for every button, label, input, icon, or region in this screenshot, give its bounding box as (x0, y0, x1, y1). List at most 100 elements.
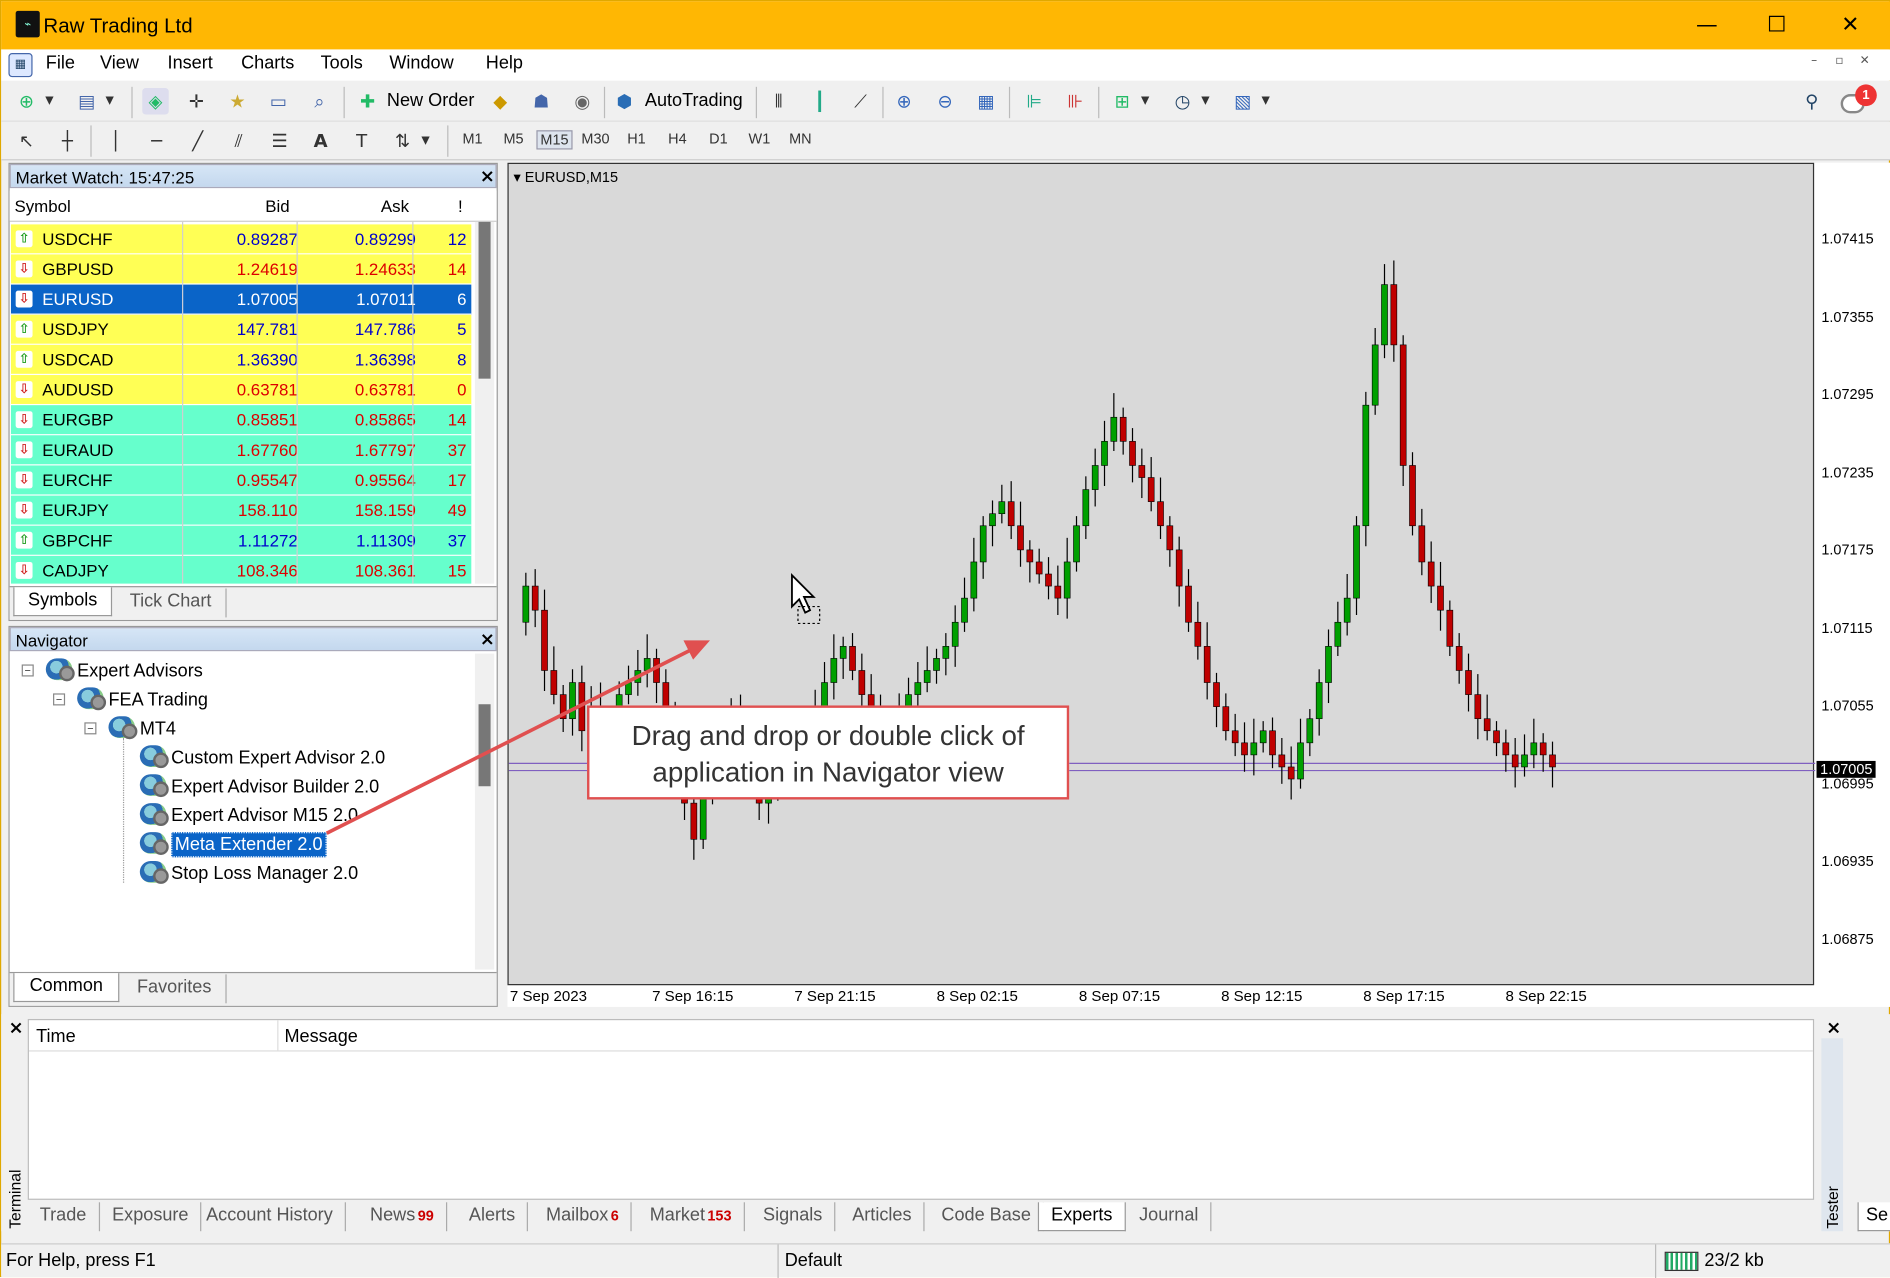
mdi-minimize-icon[interactable]: – (1806, 54, 1823, 67)
periods-dropdown-icon[interactable]: ▼ (1198, 88, 1212, 115)
tree-item-expert-advisor-builder[interactable]: Expert Advisor Builder 2.0 (139, 774, 379, 798)
terminal-tab-code-base[interactable]: Code Base (929, 1202, 1045, 1232)
timeframe-w1[interactable]: W1 (741, 130, 777, 147)
column-spread[interactable]: ! (458, 197, 463, 216)
menu-charts[interactable]: Charts (241, 53, 294, 74)
profiles-icon[interactable]: ▤ (74, 88, 101, 115)
chart-plot-area[interactable]: ▾ EURUSD,M15 (507, 162, 1816, 986)
collapse-icon[interactable]: − (21, 664, 34, 677)
collapse-icon[interactable]: − (84, 722, 97, 735)
tree-expert-advisors[interactable]: Expert Advisors (45, 658, 203, 681)
tree-item-expert-advisor-m15[interactable]: Expert Advisor M15 2.0 (139, 803, 358, 827)
menu-file[interactable]: File (46, 53, 75, 74)
auto-scroll-icon[interactable]: ⊪ (1062, 88, 1089, 115)
timeframe-m30[interactable]: M30 (577, 130, 613, 147)
crosshair-icon[interactable]: ┼ (54, 128, 81, 155)
mdi-restore-icon[interactable]: ▫ (1831, 54, 1848, 67)
tab-tick-chart[interactable]: Tick Chart (116, 588, 227, 618)
market-watch-row[interactable]: ⇩ EURJPY 158.110 158.159 49 (10, 495, 472, 526)
collapse-icon[interactable]: − (53, 693, 66, 706)
navigator-close-icon[interactable]: × (480, 628, 495, 650)
candlestick-icon[interactable]: ┃ (806, 88, 833, 115)
tile-windows-icon[interactable]: ▦ (973, 88, 1000, 115)
market-watch-row[interactable]: ⇩ EURCHF 0.95547 0.95564 17 (10, 465, 472, 496)
market-watch-row[interactable]: ⇩ GBPUSD 1.24619 1.24633 14 (10, 254, 472, 285)
terminal-tab-journal[interactable]: Journal (1127, 1202, 1212, 1232)
market-watch-row[interactable]: ⇧ USDCAD 1.36390 1.36398 8 (10, 344, 472, 376)
timeframe-m1[interactable]: M1 (454, 130, 490, 147)
market-watch-icon[interactable]: ◈ (142, 88, 169, 115)
column-symbol[interactable]: Symbol (14, 197, 70, 216)
status-profile[interactable]: Default (785, 1251, 842, 1272)
equidistant-channel-icon[interactable]: ⫽ (225, 128, 252, 155)
timeframe-d1[interactable]: D1 (700, 130, 736, 147)
trendline-icon[interactable]: ╱ (184, 128, 211, 155)
text-label-icon[interactable]: T (348, 128, 375, 155)
tree-item-custom-expert-advisor[interactable]: Custom Expert Advisor 2.0 (139, 745, 385, 769)
tab-symbols[interactable]: Symbols (13, 587, 113, 617)
column-bid[interactable]: Bid (265, 197, 289, 216)
search-icon[interactable]: ⚲ (1798, 88, 1825, 115)
periods-icon[interactable]: ◷ (1169, 88, 1196, 115)
navigator-icon[interactable]: ★ (224, 88, 251, 115)
terminal-tab-account-history[interactable]: Account History (194, 1202, 347, 1232)
menu-insert[interactable]: Insert (168, 53, 213, 74)
tree-fea-trading[interactable]: FEA Trading (77, 687, 208, 710)
market-watch-row[interactable]: ⇩ EURAUD 1.67760 1.67797 37 (10, 435, 472, 466)
timeframe-h1[interactable]: H1 (618, 130, 654, 147)
menu-view[interactable]: View (100, 53, 139, 74)
terminal-tab-trade[interactable]: Trade (28, 1202, 100, 1232)
mdi-close-icon[interactable]: ✕ (1856, 54, 1873, 67)
terminal-tab-alerts[interactable]: Alerts (457, 1202, 529, 1232)
market-watch-row[interactable]: ⇩ EURUSD 1.07005 1.07011 6 (10, 284, 472, 315)
terminal-tab-market[interactable]: Market 153 (638, 1202, 745, 1232)
autotrading-button[interactable]: AutoTrading (645, 90, 743, 111)
tab-favorites[interactable]: Favorites (123, 974, 227, 1004)
text-icon[interactable]: A (307, 128, 334, 155)
column-ask[interactable]: Ask (381, 197, 409, 216)
new-order-button[interactable]: New Order (387, 90, 474, 111)
line-chart-icon[interactable]: ⟋ (847, 88, 874, 115)
indicators-icon[interactable]: ⊞ (1109, 88, 1136, 115)
zoom-out-icon[interactable]: ⊖ (932, 88, 959, 115)
menu-tools[interactable]: Tools (321, 53, 363, 74)
tester-close-icon[interactable]: × (1826, 1017, 1841, 1039)
terminal-tab-mailbox[interactable]: Mailbox 6 (534, 1202, 633, 1232)
timeframe-mn[interactable]: MN (782, 130, 818, 147)
market-watch-row[interactable]: ⇩ EURGBP 0.85851 0.85865 14 (10, 405, 472, 436)
terminal-close-icon[interactable]: × (8, 1017, 23, 1039)
notifications-button[interactable]: 1 (1840, 84, 1877, 118)
terminal-tab-experts[interactable]: Experts (1037, 1202, 1126, 1232)
market-watch-row[interactable]: ⇧ USDJPY 147.781 147.786 5 (10, 314, 472, 345)
indicators-dropdown-icon[interactable]: ▼ (1138, 88, 1152, 115)
vertical-line-icon[interactable]: │ (102, 128, 129, 155)
terminal-tab-exposure[interactable]: Exposure (100, 1202, 202, 1232)
chart-shift-icon[interactable]: ⊫ (1021, 88, 1048, 115)
autotrading-icon[interactable]: ⬢ (611, 88, 638, 115)
profiles-dropdown-icon[interactable]: ▼ (102, 88, 116, 115)
market-watch-row[interactable]: ⇧ GBPCHF 1.11272 1.11309 37 (10, 525, 472, 556)
zoom-in-icon[interactable]: ⊕ (891, 88, 918, 115)
document-icon[interactable]: ▦ (8, 53, 33, 78)
new-chart-dropdown-icon[interactable]: ▼ (42, 88, 56, 115)
market-watch-row[interactable]: ⇧ USDCHF 0.89287 0.89299 12 (10, 224, 472, 255)
timeframe-m15[interactable]: M15 (536, 130, 573, 150)
cursor-icon[interactable]: ↖ (13, 128, 40, 155)
maximize-button[interactable]: ☐ (1741, 6, 1813, 45)
tree-item-meta-extender[interactable]: Meta Extender 2.0 (139, 832, 327, 858)
market-watch-scrollbar[interactable] (474, 221, 495, 584)
terminal-tab-news[interactable]: News 99 (358, 1202, 448, 1232)
tab-common[interactable]: Common (13, 973, 120, 1003)
horizontal-line-icon[interactable]: ─ (143, 128, 170, 155)
close-button[interactable]: ✕ (1814, 6, 1886, 45)
tree-mt4[interactable]: MT4 (108, 716, 176, 739)
timeframe-m5[interactable]: M5 (495, 130, 531, 147)
strategy-tester-icon[interactable]: ⌕ (306, 88, 333, 115)
metaeditor-icon[interactable]: ◆ (487, 88, 514, 115)
navigator-scrollbar[interactable] (474, 653, 495, 970)
price-axis[interactable]: 1.07415 1.07355 1.07295 1.07235 1.07175 1.071… (1816, 162, 1890, 986)
terminal-tab-articles[interactable]: Articles (840, 1202, 925, 1232)
bar-chart-icon[interactable]: ⫴ (765, 88, 792, 115)
terminal-tab-signals[interactable]: Signals (751, 1202, 836, 1232)
vps-icon[interactable]: ☗ (528, 88, 555, 115)
